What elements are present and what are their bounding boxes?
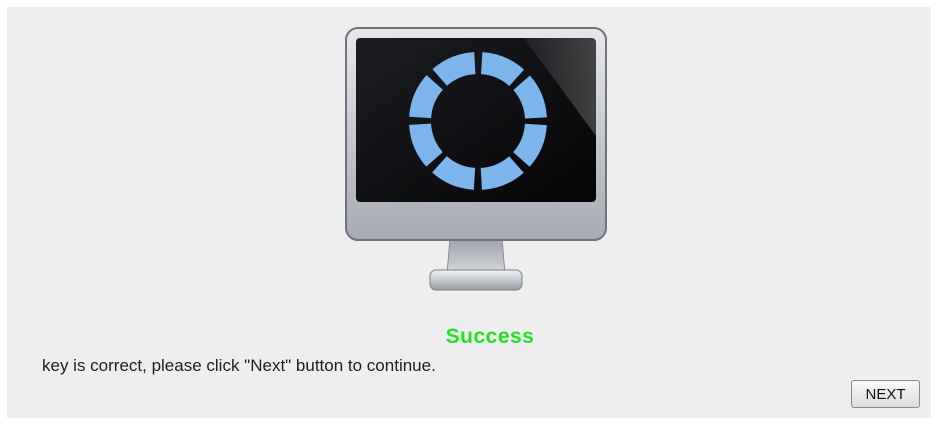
monitor-loading-icon xyxy=(345,27,607,291)
status-message: key is correct, please click "Next" butt… xyxy=(42,356,436,375)
success-title: Success xyxy=(445,325,535,348)
next-button[interactable]: NEXT xyxy=(851,380,920,408)
dialog-panel: Success key is correct, please click "Ne… xyxy=(7,7,931,418)
